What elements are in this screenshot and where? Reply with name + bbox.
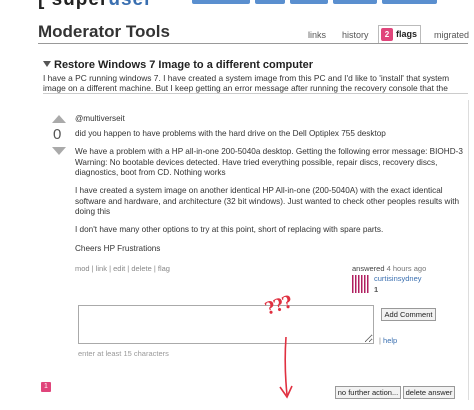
top-nav-tags[interactable] (255, 0, 285, 4)
vote-count: 0 (53, 126, 62, 143)
vote-up-icon[interactable] (52, 115, 66, 123)
tab-flags[interactable]: 2 flags (378, 25, 421, 43)
right-divider (468, 100, 469, 400)
user-name-link[interactable]: curtisinsydney (374, 274, 422, 283)
delete-answer-button[interactable]: delete answer (403, 386, 455, 399)
tab-migrated[interactable]: migrated (428, 28, 474, 42)
collapse-triangle-icon[interactable] (43, 61, 51, 67)
top-nav-unanswered[interactable] (382, 0, 437, 4)
mod-link[interactable]: mod (75, 264, 90, 273)
user-avatar[interactable] (352, 275, 370, 293)
flag-link[interactable]: flag (158, 264, 170, 273)
post-menu: mod | link | edit | delete | flag (75, 264, 170, 273)
top-nav-questions[interactable] (192, 0, 250, 4)
excerpt-divider (43, 93, 468, 94)
answer-paragraph: We have a problem with a HP all-in-one 2… (75, 147, 463, 177)
link-link[interactable]: link (96, 264, 107, 273)
question-title[interactable]: Restore Windows 7 Image to a different c… (43, 59, 313, 71)
answered-info: answered 4 hours ago (352, 264, 427, 273)
page-title: Moderator Tools (38, 22, 170, 41)
answer-mention: @multiverseit (75, 114, 125, 123)
help-link[interactable]: help (383, 336, 397, 345)
comment-help: | help (379, 336, 397, 345)
tab-flags-label: flags (396, 29, 418, 39)
tab-links[interactable]: links (302, 28, 332, 42)
answer-paragraph: I have created a system image on another… (75, 186, 460, 216)
flag-count-badge: 1 (41, 382, 51, 392)
top-nav-badges[interactable] (333, 0, 377, 4)
answer-paragraph: did you happen to have problems with the… (75, 129, 386, 138)
header-divider (38, 43, 468, 44)
flags-count-badge: 2 (381, 28, 393, 41)
comment-hint: enter at least 15 characters (78, 349, 169, 358)
comment-help-pipe: | (379, 336, 381, 345)
arrow-down-icon (279, 336, 293, 399)
site-logo[interactable]: [ superuser (38, 0, 153, 11)
comment-textarea[interactable] (78, 305, 374, 344)
question-excerpt: I have a PC running windows 7. I have cr… (43, 73, 450, 93)
tab-history[interactable]: history (336, 28, 375, 42)
answer-signature: Cheers HP Frustrations (75, 244, 161, 253)
answered-time[interactable]: 4 hours ago (387, 264, 427, 273)
vote-down-icon[interactable] (52, 147, 66, 155)
top-nav-users[interactable] (290, 0, 328, 4)
user-reputation: 1 (374, 285, 379, 294)
answer-paragraph: I don't have many other options to try a… (75, 225, 384, 234)
no-further-action-button[interactable]: no further action... (335, 386, 401, 399)
add-comment-button[interactable]: Add Comment (381, 308, 436, 321)
delete-link[interactable]: delete (131, 264, 151, 273)
edit-link[interactable]: edit (113, 264, 125, 273)
